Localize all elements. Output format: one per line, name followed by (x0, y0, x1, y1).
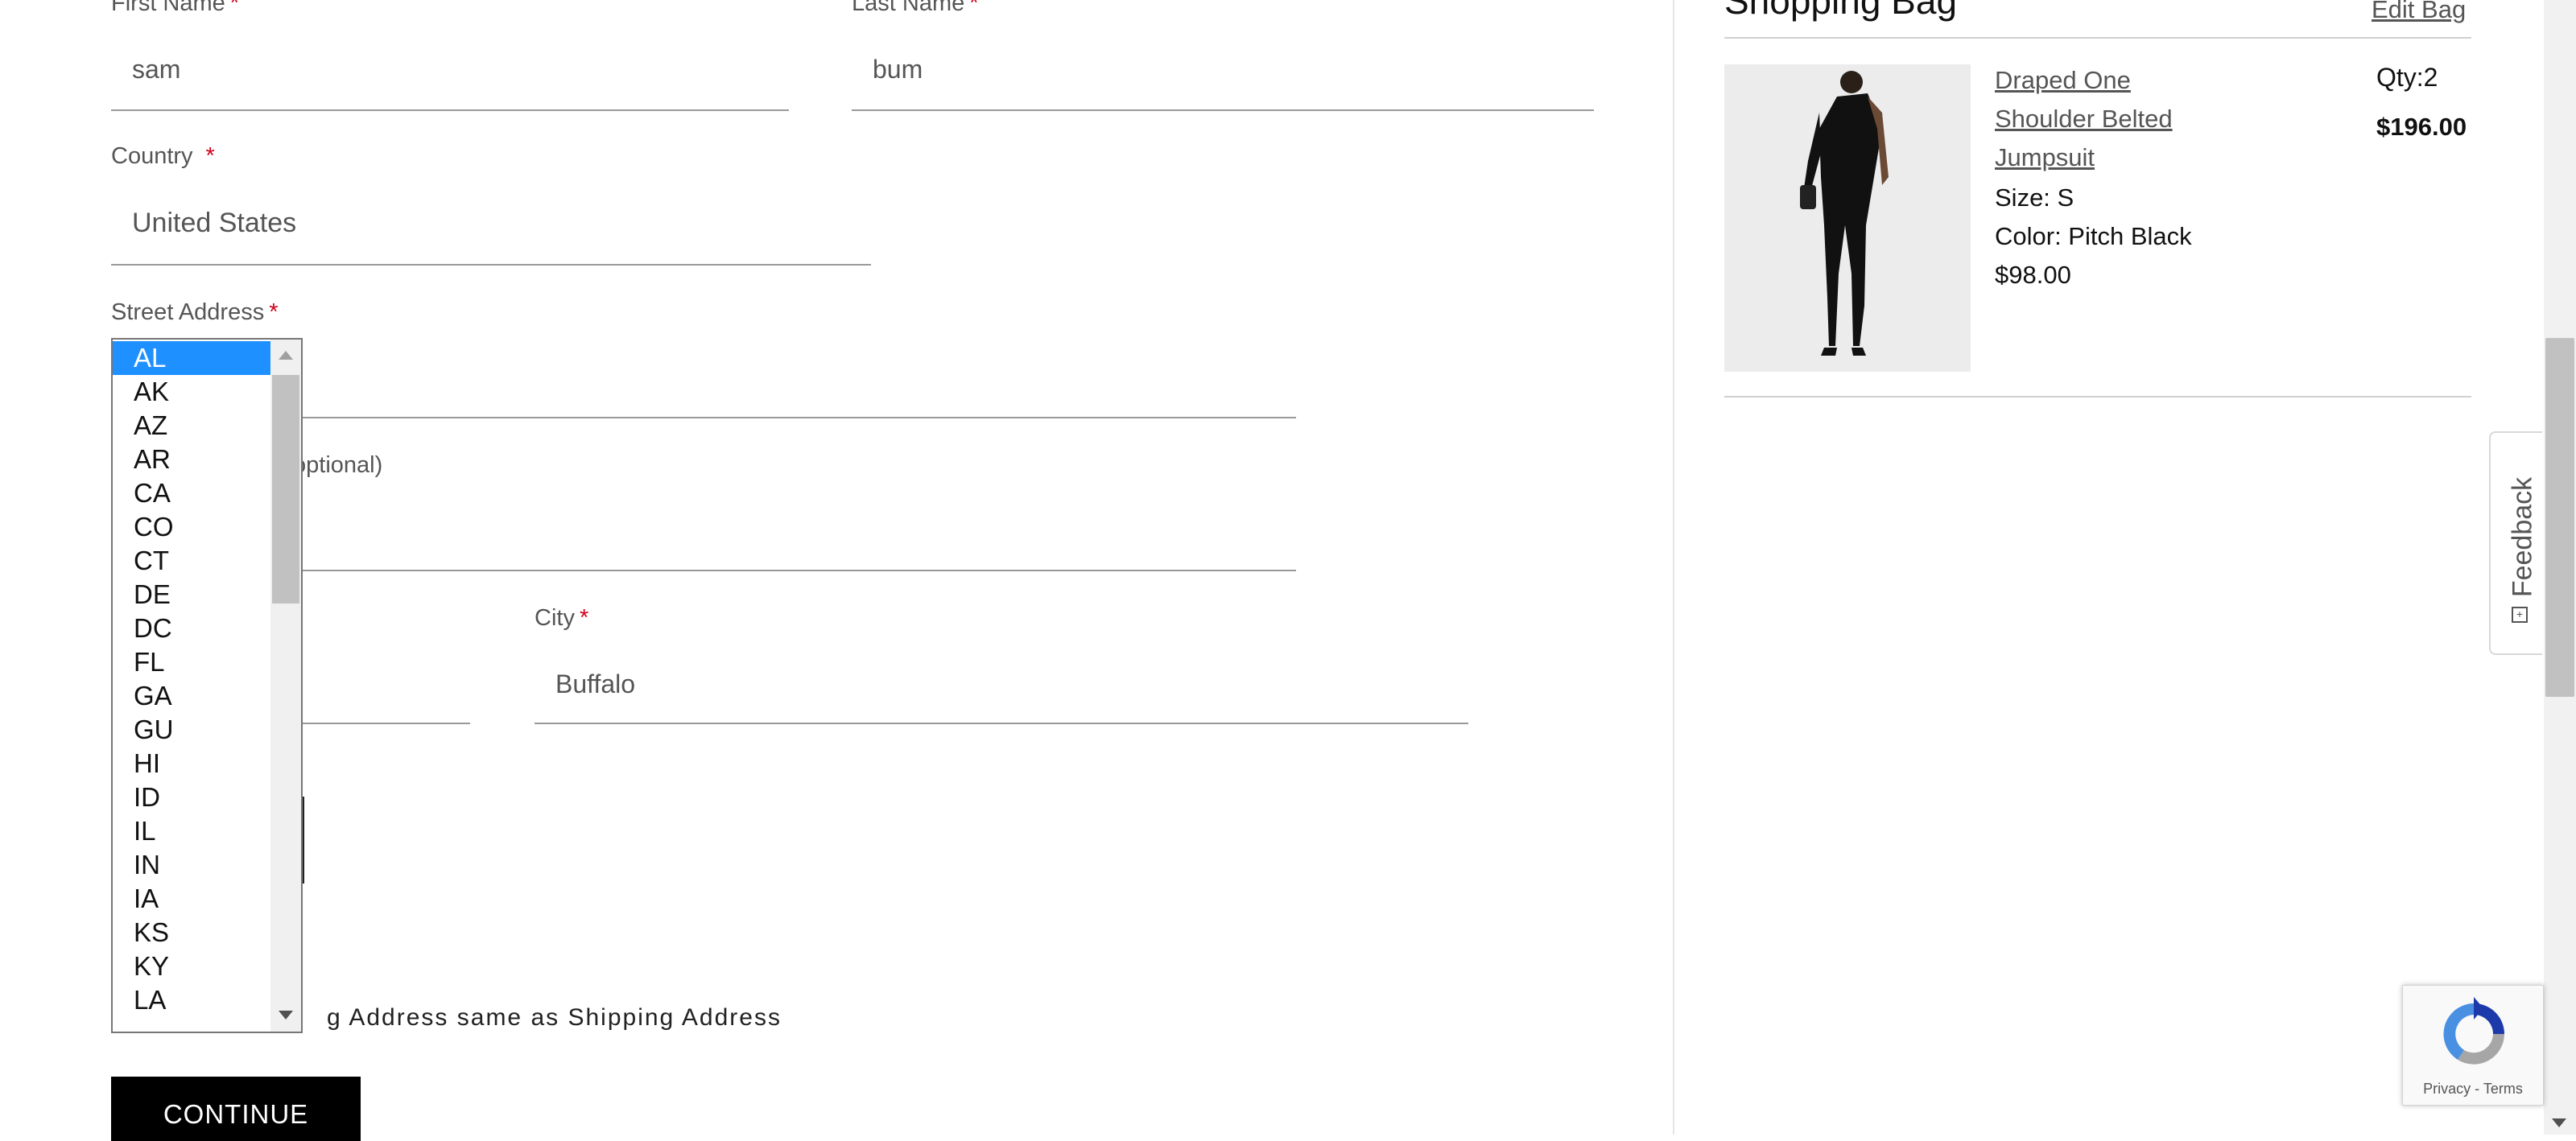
country-select[interactable]: United States (132, 208, 296, 239)
country-label-text: Country (111, 143, 193, 169)
required-mark: * (229, 0, 240, 16)
column-divider (1673, 0, 1674, 1135)
feedback-tab[interactable]: + Feedback (2489, 431, 2542, 655)
product-image[interactable] (1724, 64, 1971, 372)
first-name-input[interactable]: sam (132, 55, 180, 84)
page-scrollbar-thumb[interactable] (2545, 338, 2574, 697)
edit-bag-link[interactable]: Edit Bag (2372, 0, 2466, 24)
state-option[interactable]: LA (113, 983, 270, 1017)
last-name-label: Last Name * (852, 0, 979, 17)
recaptcha-badge[interactable]: Privacy - Terms (2402, 985, 2544, 1106)
continue-button[interactable]: CONTINUE (111, 1077, 361, 1141)
feedback-icon: + (2512, 607, 2528, 623)
bag-header-divider (1724, 37, 2471, 39)
last-name-label-text: Last Name (852, 0, 965, 16)
state-option[interactable]: CT (113, 544, 270, 578)
product-name-line3[interactable]: Jumpsuit (1995, 143, 2095, 172)
product-size: Size: S (1995, 183, 2074, 212)
feedback-label: Feedback (2507, 476, 2538, 598)
page-scroll-down-icon[interactable] (2552, 1118, 2566, 1127)
recaptcha-links[interactable]: Privacy - Terms (2403, 1081, 2543, 1098)
city-input[interactable]: Buffalo (555, 669, 635, 699)
scroll-down-arrow-icon[interactable] (279, 1011, 293, 1019)
dropdown-scrollbar-thumb[interactable] (272, 375, 299, 603)
state-option[interactable]: CA (113, 476, 270, 510)
state-option[interactable]: ID (113, 781, 270, 814)
jumpsuit-image-icon (1724, 64, 1971, 372)
state-option[interactable]: DE (113, 578, 270, 612)
product-quantity: Qty:2 (2376, 63, 2438, 92)
state-option[interactable]: AR (113, 443, 270, 476)
state-option[interactable]: DC (113, 612, 270, 645)
required-mark: * (269, 299, 279, 325)
city-underline (535, 723, 1468, 724)
state-option[interactable]: GA (113, 679, 270, 713)
billing-same-label: g Address same as Shipping Address (327, 1004, 782, 1031)
state-option[interactable]: AZ (113, 409, 270, 443)
product-price: $98.00 (1995, 261, 2071, 289)
street-address-label: Street Address * (111, 299, 279, 326)
street-address-label-text: Street Address (111, 299, 265, 325)
product-name-line1[interactable]: Draped One (1995, 66, 2131, 95)
scroll-up-arrow-icon[interactable] (279, 351, 293, 360)
state-option[interactable]: GU (113, 713, 270, 747)
state-option[interactable]: KS (113, 916, 270, 949)
recaptcha-icon (2443, 997, 2504, 1065)
address-line2-label: optional) (293, 452, 383, 478)
last-name-underline (852, 109, 1594, 111)
state-option[interactable]: HI (113, 747, 270, 781)
product-total: $196.00 (2376, 113, 2467, 141)
required-mark: * (205, 143, 215, 169)
required-mark: * (969, 0, 979, 16)
city-label-text: City (535, 605, 575, 631)
first-name-label-text: First Name (111, 0, 225, 16)
state-option[interactable]: IN (113, 848, 270, 882)
state-option[interactable]: AL (113, 341, 270, 375)
country-label: Country * (111, 143, 215, 170)
shopping-bag-title: Shopping Bag (1724, 0, 1958, 22)
state-option[interactable]: KY (113, 949, 270, 983)
state-dropdown-list[interactable]: AL AK AZ AR CA CO CT DE DC FL GA GU HI ID IL IN IA KS KY LA (111, 338, 303, 1033)
country-underline (111, 264, 871, 266)
required-mark: * (579, 605, 589, 631)
state-option[interactable]: AK (113, 375, 270, 409)
first-name-label: First Name * (111, 0, 239, 17)
bag-item-divider (1724, 396, 2471, 397)
city-label: City * (535, 605, 588, 632)
state-option[interactable]: FL (113, 645, 270, 679)
state-option[interactable]: IL (113, 814, 270, 848)
state-option[interactable]: IA (113, 882, 270, 916)
state-option[interactable]: CO (113, 510, 270, 544)
product-name-line2[interactable]: Shoulder Belted (1995, 105, 2173, 134)
first-name-underline (111, 109, 789, 111)
product-color: Color: Pitch Black (1995, 222, 2192, 250)
last-name-input[interactable]: bum (873, 55, 923, 84)
